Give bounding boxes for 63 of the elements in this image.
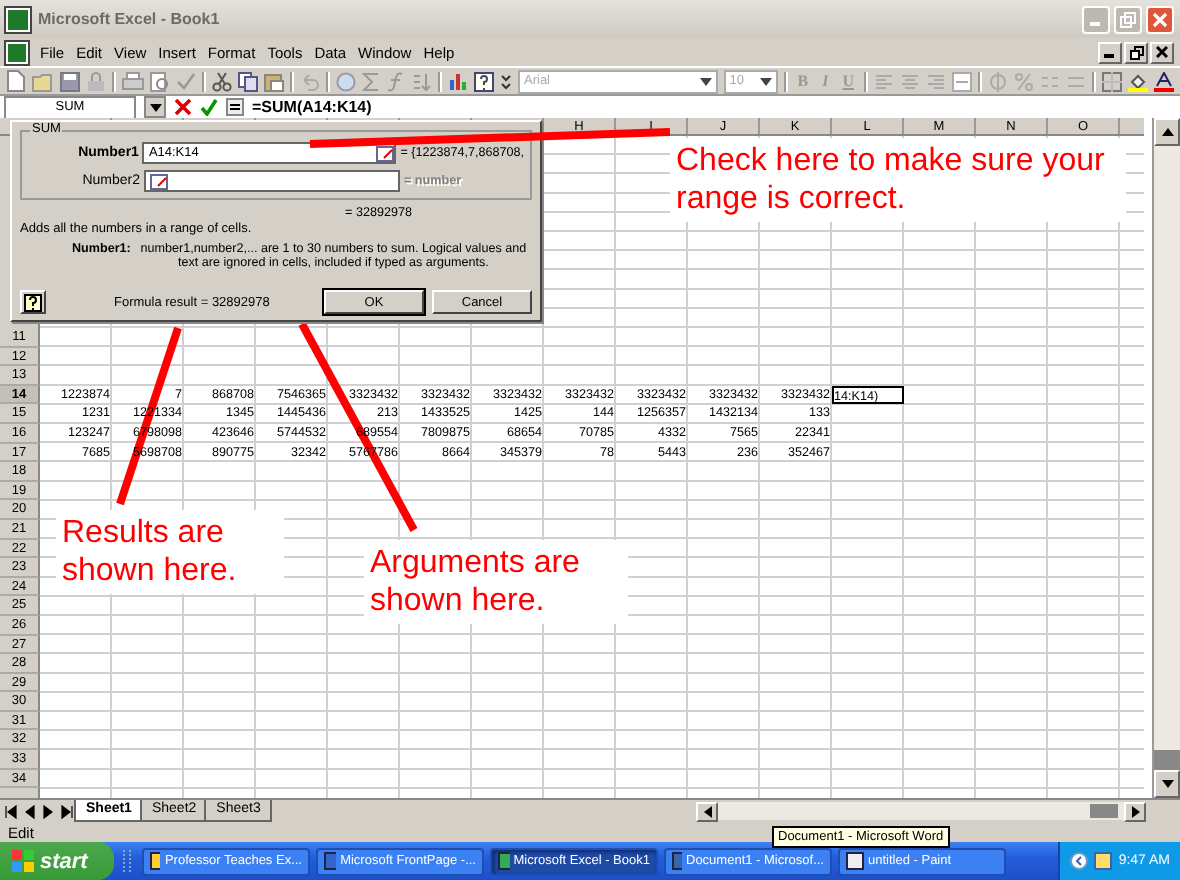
app-icon <box>324 852 337 870</box>
tab-scroll-button[interactable] <box>58 802 74 820</box>
restore-icon <box>1120 11 1136 27</box>
argument-field[interactable] <box>144 170 400 192</box>
app-icon <box>498 852 510 870</box>
spreadsheet-icon <box>6 7 30 31</box>
window-title: Microsoft Excel - Book1 <box>38 10 222 28</box>
equals-icon[interactable] <box>226 98 244 116</box>
app-icon <box>846 852 864 870</box>
preview-icon[interactable] <box>150 71 170 91</box>
merge-icon[interactable] <box>952 71 972 91</box>
left-arrow-icon <box>703 805 711 817</box>
font-color-icon[interactable] <box>1154 71 1174 91</box>
right-arrow-icon <box>1131 805 1139 817</box>
collapse-icon[interactable] <box>376 145 395 161</box>
windows-flag-icon <box>12 850 34 872</box>
app-icon <box>672 852 682 870</box>
help-button[interactable] <box>20 290 46 314</box>
tray-icon[interactable] <box>1094 852 1113 870</box>
dropdown-button[interactable] <box>144 96 166 118</box>
down-arrow-icon <box>1161 780 1173 788</box>
clipboard-icon[interactable] <box>264 71 284 91</box>
vertical-scrollbar[interactable] <box>1152 118 1180 798</box>
caret-icon <box>149 103 161 111</box>
grip-icon <box>120 847 136 875</box>
close-icon <box>1152 11 1168 27</box>
lock-icon[interactable] <box>86 71 106 91</box>
borders-icon[interactable] <box>1102 71 1122 91</box>
function-icon[interactable] <box>386 71 406 91</box>
caret-icon <box>699 77 712 85</box>
checkmark-icon[interactable] <box>200 98 218 116</box>
annotation-text: Arguments are shown here. <box>364 540 628 624</box>
horizontal-scrollbar[interactable] <box>696 802 1146 820</box>
chevron-icon[interactable] <box>1070 852 1089 870</box>
minimize-button[interactable] <box>1098 41 1122 63</box>
sigma-icon[interactable] <box>362 71 380 91</box>
restore-button[interactable] <box>1124 41 1148 63</box>
spreadsheet-icon[interactable] <box>6 41 28 63</box>
chevron-icon[interactable] <box>500 71 512 91</box>
annotation-text: Check here to make sure your range is correct. <box>670 138 1126 222</box>
app-icon <box>150 852 161 870</box>
caret-icon <box>759 77 772 85</box>
close-button[interactable] <box>1150 41 1174 63</box>
globe-icon[interactable] <box>336 71 356 91</box>
formula-field[interactable]: =SUM(A14:K14) <box>252 98 372 116</box>
tab-scroll-button[interactable] <box>4 802 20 820</box>
close-icon <box>1156 46 1168 58</box>
fill-bucket-icon[interactable] <box>1128 71 1148 91</box>
scroll-thumb[interactable] <box>1090 804 1118 818</box>
help-icon[interactable] <box>474 71 494 91</box>
cancel-icon[interactable] <box>174 98 192 116</box>
spelling-icon[interactable] <box>176 71 196 91</box>
restore-icon <box>1129 45 1143 59</box>
sort-icon[interactable] <box>412 71 432 91</box>
bar-chart-icon[interactable] <box>448 71 468 91</box>
scroll-thumb[interactable] <box>1154 750 1180 770</box>
up-arrow-icon <box>1161 128 1173 136</box>
help-icon <box>24 293 42 311</box>
annotation-text: Results are shown here. <box>56 510 284 594</box>
scissors-icon[interactable] <box>212 71 232 91</box>
collapse-icon[interactable] <box>150 173 168 189</box>
new-document-icon[interactable] <box>6 70 26 92</box>
copy-icon[interactable] <box>238 71 258 91</box>
